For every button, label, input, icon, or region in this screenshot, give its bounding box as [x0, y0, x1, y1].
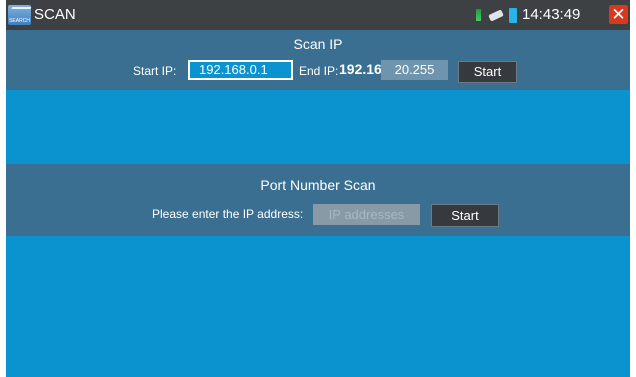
- port-scan-heading: Port Number Scan: [260, 177, 376, 193]
- port-scan-panel: Port Number Scan Please enter the IP add…: [6, 164, 630, 236]
- app-icon-caption: SEARCH: [9, 18, 30, 24]
- app-title: SCAN: [34, 6, 76, 23]
- title-bar: SEARCH SCAN 14:43:49 ✕: [6, 0, 630, 30]
- scan-ip-panel: Scan IP Start IP: 192.168.0.1 End IP: 19…: [6, 30, 630, 90]
- scan-ip-start-button[interactable]: Start: [458, 61, 517, 83]
- port-ip-input[interactable]: IP addresses: [313, 204, 420, 225]
- app-screen: SEARCH SCAN 14:43:49 ✕ Scan IP Start IP:…: [6, 0, 630, 377]
- end-ip-label: End IP:: [299, 64, 339, 78]
- end-ip-input[interactable]: 20.255: [381, 60, 448, 80]
- scan-ip-heading: Scan IP: [293, 36, 343, 52]
- close-button[interactable]: ✕: [609, 5, 628, 24]
- start-ip-input[interactable]: 192.168.0.1: [188, 60, 293, 80]
- signal-indicator-icon: [476, 9, 481, 21]
- start-ip-label: Start IP:: [133, 64, 177, 78]
- port-scan-start-button[interactable]: Start: [431, 204, 499, 227]
- battery-icon: [509, 8, 517, 23]
- charging-plug-icon: [488, 9, 504, 22]
- scan-app-icon: SEARCH: [7, 5, 32, 25]
- port-ip-label: Please enter the IP address:: [152, 207, 304, 221]
- clock: 14:43:49: [522, 6, 581, 23]
